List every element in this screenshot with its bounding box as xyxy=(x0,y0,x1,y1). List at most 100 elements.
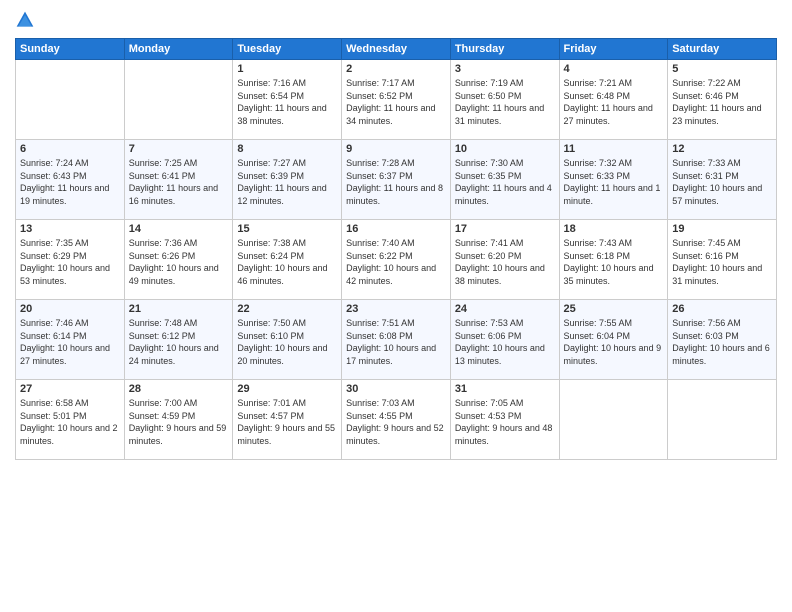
weekday-header-thursday: Thursday xyxy=(450,39,559,60)
day-cell: 22 Sunrise: 7:50 AMSunset: 6:10 PMDayligh… xyxy=(233,300,342,380)
day-cell: 26Sunrise: 7:56 AMSunset: 6:03 PMDayligh… xyxy=(668,300,777,380)
day-cell: 30 Sunrise: 7:03 AMSunset: 4:55 PMDayligh… xyxy=(342,380,451,460)
day-cell: 29Sunrise: 7:01 AMSunset: 4:57 PMDayligh… xyxy=(233,380,342,460)
day-info: Sunrise: 7:48 AMSunset: 6:12 PMDaylight:… xyxy=(129,317,229,367)
day-info: Sunrise: 7:45 AMSunset: 6:16 PMDaylight:… xyxy=(672,237,772,287)
day-number: 23 xyxy=(346,303,446,315)
day-cell: 4Sunrise: 7:21 AMSunset: 6:48 PMDaylight… xyxy=(559,60,668,140)
day-number: 15 xyxy=(237,223,337,235)
day-info: Sunrise: 7:53 AMSunset: 6:06 PMDaylight:… xyxy=(455,317,555,367)
day-info: Sunrise: 7:56 AMSunset: 6:03 PMDaylight:… xyxy=(672,317,772,367)
day-number: 3 xyxy=(455,63,555,75)
day-info: Sunrise: 7:27 AMSunset: 6:39 PMDaylight:… xyxy=(237,157,337,207)
day-cell: 17 Sunrise: 7:41 AMSunset: 6:20 PMDayligh… xyxy=(450,220,559,300)
day-info: Sunrise: 7:28 AMSunset: 6:37 PMDaylight:… xyxy=(346,157,446,207)
day-cell: 27 Sunrise: 6:58 AMSunset: 5:01 PMDayligh… xyxy=(16,380,125,460)
day-number: 19 xyxy=(672,223,772,235)
day-number: 8 xyxy=(237,143,337,155)
weekday-header-monday: Monday xyxy=(124,39,233,60)
day-cell: 31Sunrise: 7:05 AMSunset: 4:53 PMDayligh… xyxy=(450,380,559,460)
page: SundayMondayTuesdayWednesdayThursdayFrid… xyxy=(0,0,792,612)
day-cell: 6 Sunrise: 7:24 AMSunset: 6:43 PMDaylight… xyxy=(16,140,125,220)
day-info: Sunrise: 7:38 AMSunset: 6:24 PMDaylight:… xyxy=(237,237,337,287)
day-info: Sunrise: 7:51 AMSunset: 6:08 PMDaylight:… xyxy=(346,317,446,367)
day-info: Sunrise: 7:43 AMSunset: 6:18 PMDaylight:… xyxy=(564,237,664,287)
day-number: 13 xyxy=(20,223,120,235)
day-number: 18 xyxy=(564,223,664,235)
day-info: Sunrise: 7:22 AMSunset: 6:46 PMDaylight:… xyxy=(672,77,772,127)
day-cell: 25 Sunrise: 7:55 AMSunset: 6:04 PMDayligh… xyxy=(559,300,668,380)
day-cell: 1 Sunrise: 7:16 AMSunset: 6:54 PMDaylight… xyxy=(233,60,342,140)
day-cell: 3 Sunrise: 7:19 AMSunset: 6:50 PMDaylight… xyxy=(450,60,559,140)
day-info: Sunrise: 7:25 AMSunset: 6:41 PMDaylight:… xyxy=(129,157,229,207)
weekday-header-tuesday: Tuesday xyxy=(233,39,342,60)
header xyxy=(15,10,777,30)
day-info: Sunrise: 7:19 AMSunset: 6:50 PMDaylight:… xyxy=(455,77,555,127)
day-cell: 24Sunrise: 7:53 AMSunset: 6:06 PMDayligh… xyxy=(450,300,559,380)
day-cell: 16 Sunrise: 7:40 AMSunset: 6:22 PMDayligh… xyxy=(342,220,451,300)
day-cell: 5 Sunrise: 7:22 AMSunset: 6:46 PMDaylight… xyxy=(668,60,777,140)
day-number: 12 xyxy=(672,143,772,155)
day-number: 2 xyxy=(346,63,446,75)
day-cell: 13 Sunrise: 7:35 AMSunset: 6:29 PMDayligh… xyxy=(16,220,125,300)
weekday-header-row: SundayMondayTuesdayWednesdayThursdayFrid… xyxy=(16,39,777,60)
day-info: Sunrise: 7:41 AMSunset: 6:20 PMDaylight:… xyxy=(455,237,555,287)
day-number: 30 xyxy=(346,383,446,395)
day-info: Sunrise: 7:55 AMSunset: 6:04 PMDaylight:… xyxy=(564,317,664,367)
day-number: 27 xyxy=(20,383,120,395)
day-cell: 9 Sunrise: 7:28 AMSunset: 6:37 PMDaylight… xyxy=(342,140,451,220)
day-number: 6 xyxy=(20,143,120,155)
day-cell: 7Sunrise: 7:25 AMSunset: 6:41 PMDaylight… xyxy=(124,140,233,220)
day-cell xyxy=(16,60,125,140)
day-cell: 2Sunrise: 7:17 AMSunset: 6:52 PMDaylight… xyxy=(342,60,451,140)
day-number: 5 xyxy=(672,63,772,75)
day-info: Sunrise: 7:46 AMSunset: 6:14 PMDaylight:… xyxy=(20,317,120,367)
weekday-header-wednesday: Wednesday xyxy=(342,39,451,60)
day-cell: 12 Sunrise: 7:33 AMSunset: 6:31 PMDayligh… xyxy=(668,140,777,220)
day-number: 22 xyxy=(237,303,337,315)
week-row-4: 20 Sunrise: 7:46 AMSunset: 6:14 PMDayligh… xyxy=(16,300,777,380)
day-number: 9 xyxy=(346,143,446,155)
day-info: Sunrise: 7:36 AMSunset: 6:26 PMDaylight:… xyxy=(129,237,229,287)
day-number: 21 xyxy=(129,303,229,315)
day-cell: 20 Sunrise: 7:46 AMSunset: 6:14 PMDayligh… xyxy=(16,300,125,380)
weekday-header-friday: Friday xyxy=(559,39,668,60)
day-info: Sunrise: 6:58 AMSunset: 5:01 PMDaylight:… xyxy=(20,397,120,447)
day-info: Sunrise: 7:50 AMSunset: 6:10 PMDaylight:… xyxy=(237,317,337,367)
day-number: 1 xyxy=(237,63,337,75)
day-number: 25 xyxy=(564,303,664,315)
day-info: Sunrise: 7:03 AMSunset: 4:55 PMDaylight:… xyxy=(346,397,446,447)
day-info: Sunrise: 7:30 AMSunset: 6:35 PMDaylight:… xyxy=(455,157,555,207)
day-number: 14 xyxy=(129,223,229,235)
day-cell xyxy=(559,380,668,460)
day-info: Sunrise: 7:24 AMSunset: 6:43 PMDaylight:… xyxy=(20,157,120,207)
day-info: Sunrise: 7:40 AMSunset: 6:22 PMDaylight:… xyxy=(346,237,446,287)
day-number: 20 xyxy=(20,303,120,315)
week-row-1: 1 Sunrise: 7:16 AMSunset: 6:54 PMDaylight… xyxy=(16,60,777,140)
day-cell: 11Sunrise: 7:32 AMSunset: 6:33 PMDayligh… xyxy=(559,140,668,220)
day-info: Sunrise: 7:32 AMSunset: 6:33 PMDaylight:… xyxy=(564,157,664,207)
day-cell: 15 Sunrise: 7:38 AMSunset: 6:24 PMDayligh… xyxy=(233,220,342,300)
day-info: Sunrise: 7:05 AMSunset: 4:53 PMDaylight:… xyxy=(455,397,555,447)
day-cell: 23 Sunrise: 7:51 AMSunset: 6:08 PMDayligh… xyxy=(342,300,451,380)
day-info: Sunrise: 7:21 AMSunset: 6:48 PMDaylight:… xyxy=(564,77,664,127)
day-cell xyxy=(668,380,777,460)
day-number: 28 xyxy=(129,383,229,395)
day-number: 10 xyxy=(455,143,555,155)
weekday-header-sunday: Sunday xyxy=(16,39,125,60)
calendar-table: SundayMondayTuesdayWednesdayThursdayFrid… xyxy=(15,38,777,460)
logo xyxy=(15,10,37,30)
day-info: Sunrise: 7:35 AMSunset: 6:29 PMDaylight:… xyxy=(20,237,120,287)
weekday-header-saturday: Saturday xyxy=(668,39,777,60)
week-row-2: 6 Sunrise: 7:24 AMSunset: 6:43 PMDaylight… xyxy=(16,140,777,220)
day-cell xyxy=(124,60,233,140)
day-cell: 10 Sunrise: 7:30 AMSunset: 6:35 PMDayligh… xyxy=(450,140,559,220)
day-cell: 21 Sunrise: 7:48 AMSunset: 6:12 PMDayligh… xyxy=(124,300,233,380)
day-cell: 19 Sunrise: 7:45 AMSunset: 6:16 PMDayligh… xyxy=(668,220,777,300)
day-number: 17 xyxy=(455,223,555,235)
day-cell: 28 Sunrise: 7:00 AMSunset: 4:59 PMDayligh… xyxy=(124,380,233,460)
day-number: 16 xyxy=(346,223,446,235)
day-info: Sunrise: 7:16 AMSunset: 6:54 PMDaylight:… xyxy=(237,77,337,127)
day-info: Sunrise: 7:00 AMSunset: 4:59 PMDaylight:… xyxy=(129,397,229,447)
day-info: Sunrise: 7:33 AMSunset: 6:31 PMDaylight:… xyxy=(672,157,772,207)
